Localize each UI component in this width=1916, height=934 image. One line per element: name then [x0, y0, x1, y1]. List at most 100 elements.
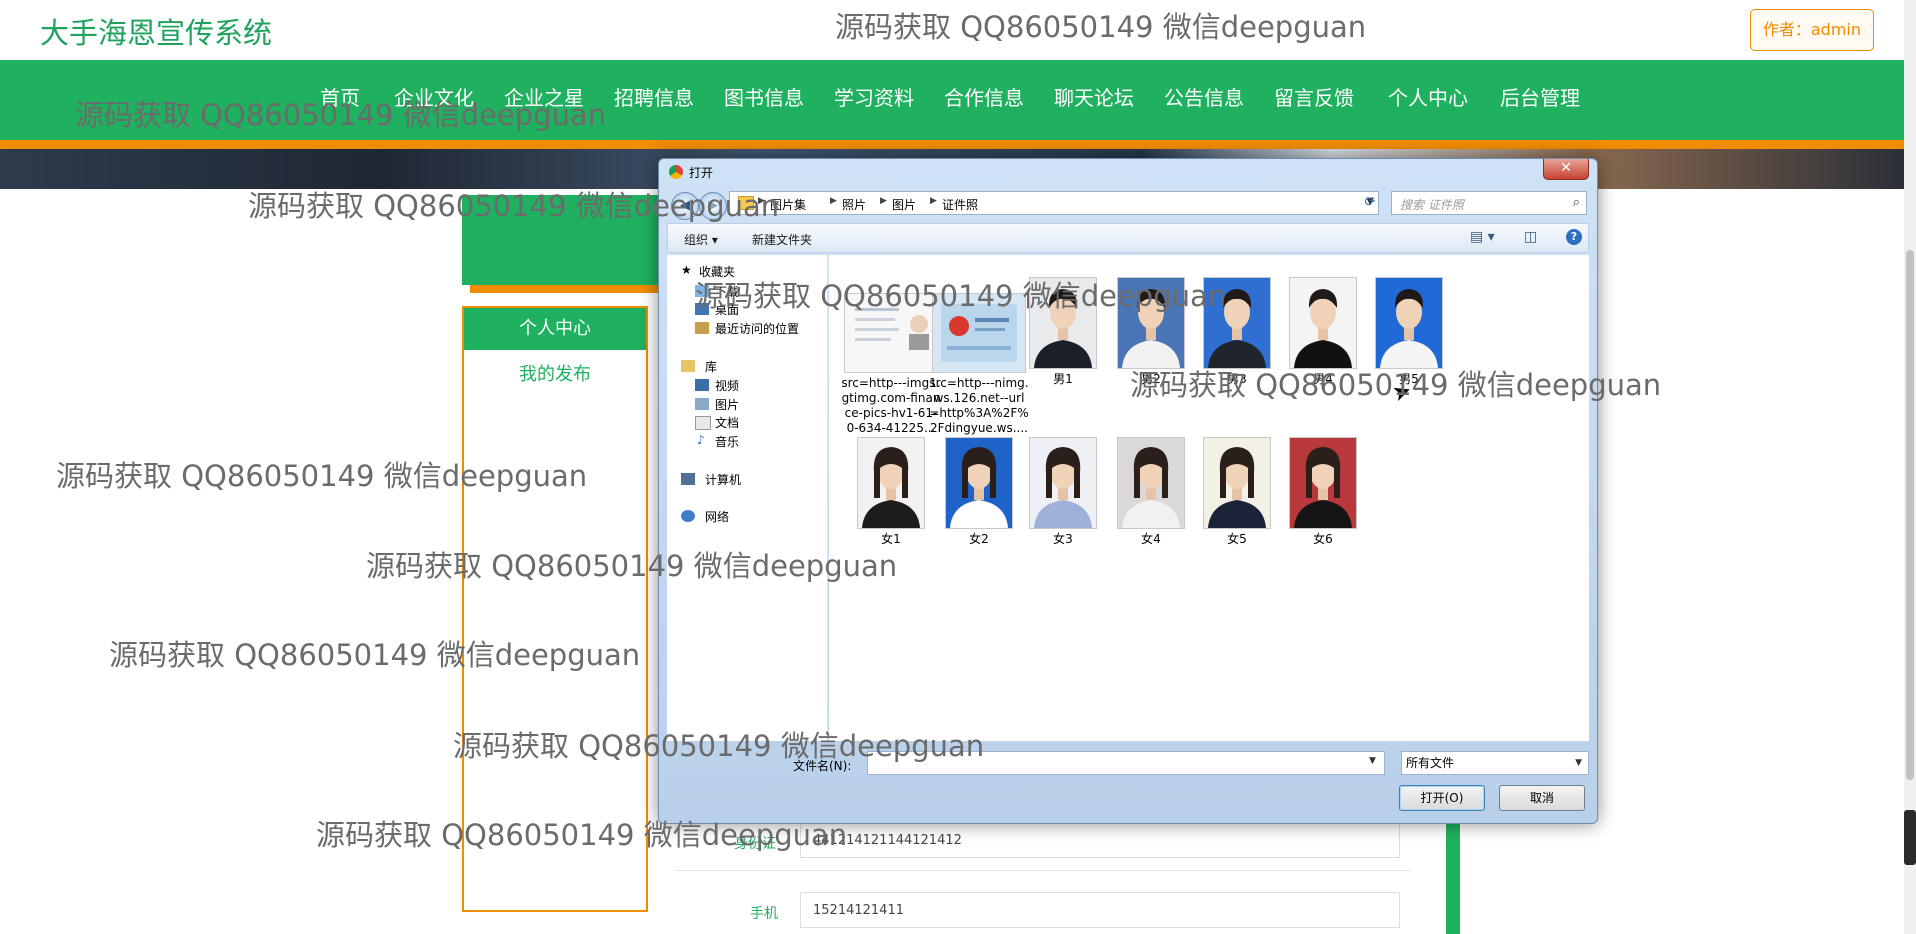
nav-item-books[interactable]: 图书信息: [724, 82, 804, 111]
nav-item-jobs[interactable]: 招聘信息: [614, 82, 694, 111]
file-list: src=http---img1.gtimg.com-finance-pics-h…: [829, 255, 1589, 741]
nav-desktop[interactable]: 桌面: [715, 301, 739, 318]
cancel-button[interactable]: 取消: [1499, 785, 1585, 811]
nav-libraries[interactable]: 库: [705, 358, 717, 375]
breadcrumb-item[interactable]: 照片: [842, 196, 866, 213]
help-icon[interactable]: ?: [1566, 229, 1582, 245]
file-type-value: 所有文件: [1406, 756, 1455, 770]
nav-item-stars[interactable]: 企业之星: [504, 82, 584, 111]
file-item[interactable]: 女1: [841, 437, 941, 547]
id-card-field[interactable]: 441214121144121412: [800, 822, 1400, 858]
back-arrow-icon[interactable]: ◀: [671, 192, 699, 220]
forward-arrow-icon[interactable]: ▶: [699, 192, 727, 220]
nav-network[interactable]: 网络: [705, 508, 729, 525]
network-icon: [681, 510, 695, 522]
nav-pictures[interactable]: 图片: [715, 396, 739, 413]
nav-videos[interactable]: 视频: [715, 377, 739, 394]
breadcrumb-item[interactable]: 图片集: [770, 196, 806, 213]
file-thumbnail: [1117, 277, 1185, 369]
video-icon: [695, 379, 709, 391]
nav-item-cooperation[interactable]: 合作信息: [944, 82, 1024, 111]
nav-item-culture[interactable]: 企业文化: [394, 82, 474, 111]
refresh-icon[interactable]: ⟳: [1359, 191, 1381, 215]
file-item[interactable]: 女6: [1273, 437, 1373, 547]
desktop-icon: [695, 303, 709, 315]
search-input[interactable]: 搜索 证件照 ⌕: [1391, 191, 1587, 215]
scrollbar-handle[interactable]: [1904, 810, 1916, 865]
scrollbar-thumb[interactable]: [1906, 250, 1914, 780]
file-name: 男2: [1141, 372, 1161, 386]
phone-field[interactable]: 15214121411: [800, 892, 1400, 928]
author-badge[interactable]: 作者：admin: [1749, 9, 1874, 51]
nav-item-notices[interactable]: 公告信息: [1164, 82, 1244, 111]
file-thumbnail: [932, 293, 1026, 373]
nav-item-profile[interactable]: 个人中心: [1388, 82, 1468, 111]
file-item[interactable]: 女3: [1013, 437, 1113, 547]
sidebar-panel: 个人中心 我的发布: [462, 306, 648, 912]
file-thumbnail: [1289, 277, 1357, 369]
file-type-select[interactable]: 所有文件 ▼: [1401, 751, 1589, 775]
filename-label: 文件名(N):: [793, 759, 852, 773]
nav-favorites[interactable]: 收藏夹: [699, 263, 735, 280]
sidebar-item-my-posts[interactable]: 我的发布: [464, 360, 646, 386]
file-thumbnail: [857, 437, 925, 529]
address-bar[interactable]: ▶ 图片集 ▶ 照片 ▶ 图片 ▶ 证件照 ▼: [729, 191, 1379, 215]
page-scrollbar[interactable]: [1904, 0, 1916, 934]
computer-icon: [681, 473, 695, 485]
pictures-icon: [695, 398, 709, 410]
file-item[interactable]: 男4: [1273, 277, 1373, 387]
filename-input[interactable]: [867, 751, 1385, 775]
file-item[interactable]: 女5: [1187, 437, 1287, 547]
chevron-right-icon: ▶: [880, 196, 887, 206]
file-item[interactable]: 女4: [1101, 437, 1201, 547]
file-item[interactable]: 男5: [1359, 277, 1459, 387]
nav-music[interactable]: 音乐: [715, 433, 739, 450]
search-placeholder: 搜索 证件照: [1400, 198, 1464, 212]
file-thumbnail: [1203, 437, 1271, 529]
organize-button[interactable]: 组织 ▾: [684, 231, 718, 248]
dialog-title: 打开: [689, 166, 714, 180]
view-options-icon[interactable]: ▤ ▾: [1470, 229, 1495, 245]
file-name: 女3: [1053, 532, 1073, 546]
nav-underline: [0, 140, 1916, 149]
content-border: [1446, 820, 1460, 934]
file-item[interactable]: 男1: [1013, 277, 1113, 387]
chevron-right-icon: ▶: [830, 196, 837, 206]
nav-item-home[interactable]: 首页: [320, 82, 360, 111]
dialog-toolbar: 组织 ▾ 新建文件夹 ▤ ▾ ◫ ?: [667, 223, 1589, 253]
dialog-close-button[interactable]: ✕: [1543, 159, 1589, 180]
file-thumbnail: [1029, 437, 1097, 529]
music-icon: ♪: [697, 433, 705, 447]
file-thumbnail: [1375, 277, 1443, 369]
open-button[interactable]: 打开(O): [1399, 785, 1485, 811]
library-icon: [681, 360, 695, 372]
nav-item-forum[interactable]: 聊天论坛: [1054, 82, 1134, 111]
file-name: src=http---img1.gtimg.com-finance-pics-h…: [841, 376, 941, 435]
file-thumbnail: [1289, 437, 1357, 529]
nav-item-materials[interactable]: 学习资料: [834, 82, 914, 111]
chevron-down-icon: ▼: [1575, 758, 1582, 768]
nav-computer[interactable]: 计算机: [705, 471, 741, 488]
nav-downloads[interactable]: 下载: [715, 283, 739, 300]
navigation-pane: ★ 收藏夹 下载 桌面 最近访问的位置 库 视频 图片 文档 ♪ 音乐 计算机 …: [667, 255, 828, 741]
site-title[interactable]: 大手海恩宣传系统: [40, 10, 272, 52]
file-item[interactable]: 男2: [1101, 277, 1201, 387]
dialog-footer: 文件名(N): ▼ 所有文件 ▼ 打开(O) 取消: [667, 743, 1589, 817]
new-folder-button[interactable]: 新建文件夹: [752, 231, 812, 248]
breadcrumb-item[interactable]: 图片: [892, 196, 916, 213]
nav-documents[interactable]: 文档: [715, 414, 739, 431]
file-name: 女4: [1141, 532, 1161, 546]
file-name: 男4: [1313, 372, 1333, 386]
breadcrumb-item[interactable]: 证件照: [942, 196, 978, 213]
nav-item-feedback[interactable]: 留言反馈: [1274, 82, 1354, 111]
file-thumbnail: [1029, 277, 1097, 369]
chevron-right-icon: ▶: [930, 196, 937, 206]
folder-icon: [738, 196, 754, 210]
site-header: 大手海恩宣传系统 作者：admin: [0, 0, 1916, 60]
nav-item-admin[interactable]: 后台管理: [1500, 82, 1580, 111]
preview-pane-icon[interactable]: ◫: [1524, 229, 1537, 245]
file-item[interactable]: src=http---img1.gtimg.com-finance-pics-h…: [841, 293, 941, 436]
file-item[interactable]: 男3: [1187, 277, 1287, 387]
nav-recent[interactable]: 最近访问的位置: [715, 320, 799, 337]
sidebar-header: 个人中心: [464, 308, 646, 350]
